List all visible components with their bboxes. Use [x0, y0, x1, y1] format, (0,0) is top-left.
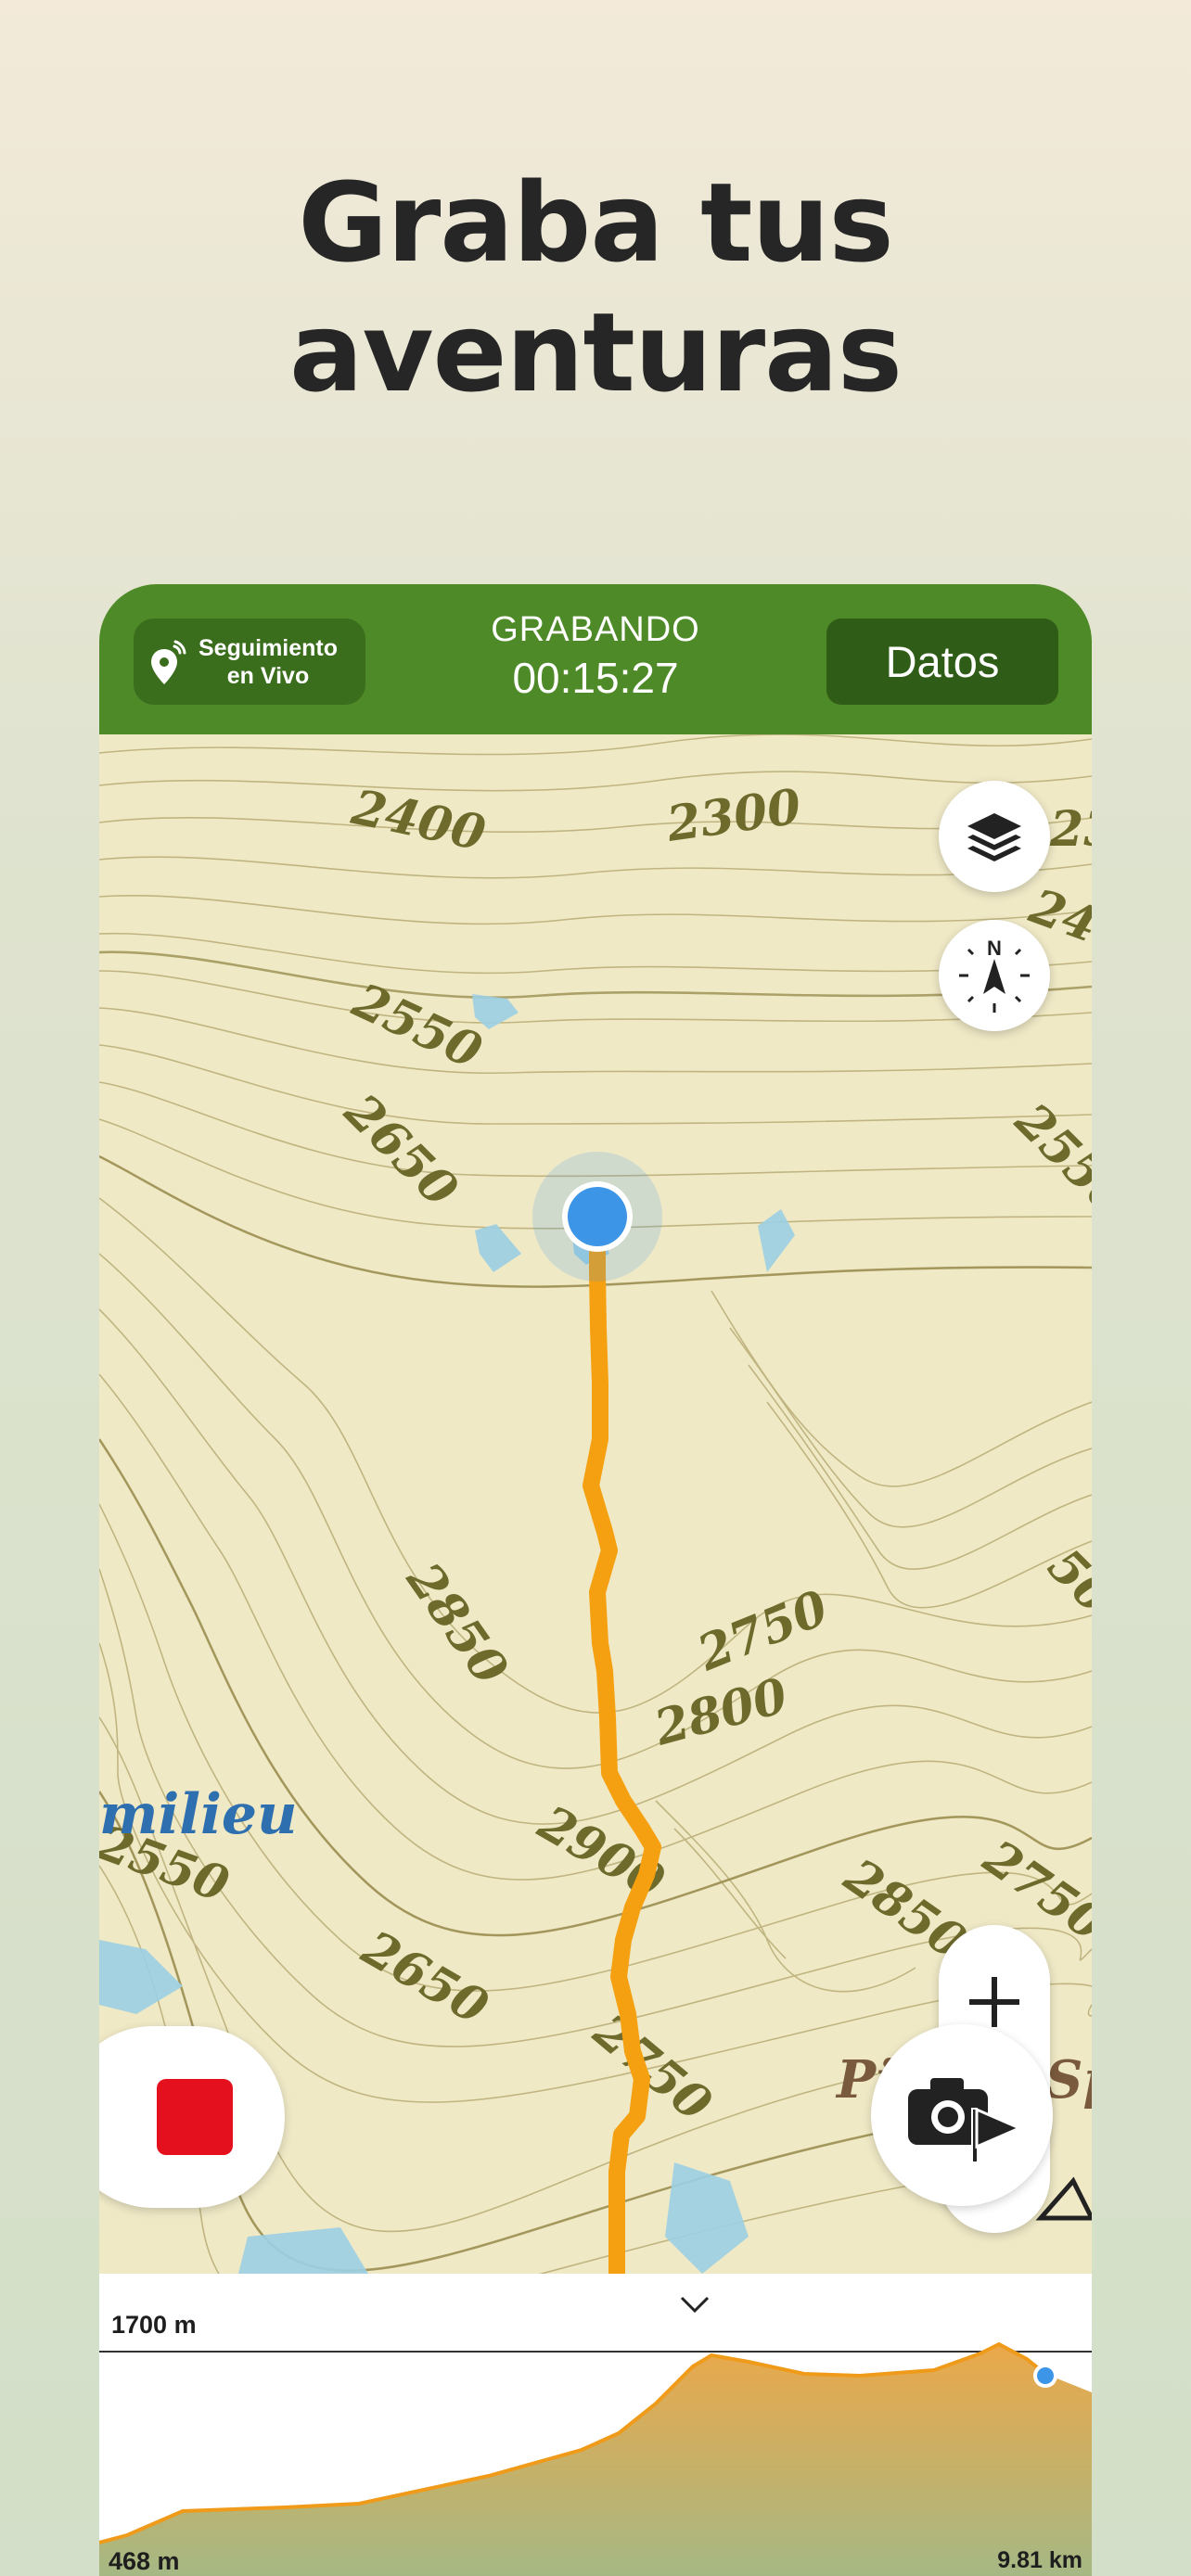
- place-label: Sp: [1045, 2049, 1092, 2111]
- elevation-chart: [99, 2296, 1092, 2576]
- app-screen: Seguimiento en Vivo GRABANDO 00:15:27 Da…: [99, 584, 1092, 2576]
- live-tracking-button[interactable]: Seguimiento en Vivo: [134, 618, 365, 705]
- elevation-area: [99, 2344, 1092, 2576]
- elevation-max-label: 1700 m: [111, 2311, 197, 2339]
- photo-waypoint-button[interactable]: [871, 2024, 1053, 2206]
- layers-button[interactable]: [939, 781, 1050, 892]
- elevation-position-dot: [1037, 2367, 1054, 2384]
- live-tracking-line-2: en Vivo: [226, 662, 310, 689]
- stop-icon: [157, 2079, 233, 2155]
- distance-label: 9.81 km: [997, 2547, 1082, 2573]
- place-label: milieu: [99, 1782, 298, 1847]
- recording-label: GRABANDO: [491, 610, 700, 649]
- chevron-down-icon: [680, 2296, 710, 2314]
- live-location-icon: [151, 640, 186, 684]
- current-position-dot: [568, 1187, 627, 1246]
- compass-button[interactable]: N: [939, 920, 1050, 1031]
- headline-line-2: aventuras: [288, 288, 903, 416]
- live-tracking-line-1: Seguimiento: [198, 634, 339, 661]
- plus-icon: [969, 1977, 1019, 2027]
- recording-status: GRABANDO 00:15:27: [410, 607, 781, 704]
- compass-icon: N: [959, 937, 1030, 1013]
- headline-line-1: Graba tus: [298, 159, 894, 287]
- layers-icon: [967, 813, 1021, 861]
- contour-label: 23: [1049, 801, 1092, 858]
- elevation-min-label: 468 m: [109, 2547, 180, 2575]
- elevation-profile[interactable]: 1700 m 468 m 9.81 km: [99, 2274, 1092, 2576]
- headline: Graba tus aventuras: [0, 158, 1191, 417]
- recording-timer: 00:15:27: [512, 654, 679, 702]
- compass-north-label: N: [987, 937, 1002, 960]
- live-tracking-label: Seguimiento en Vivo: [198, 634, 338, 690]
- camera-flag-icon: [908, 2078, 1023, 2162]
- recording-header: Seguimiento en Vivo GRABANDO 00:15:27 Da…: [99, 584, 1092, 734]
- data-button[interactable]: Datos: [826, 618, 1058, 705]
